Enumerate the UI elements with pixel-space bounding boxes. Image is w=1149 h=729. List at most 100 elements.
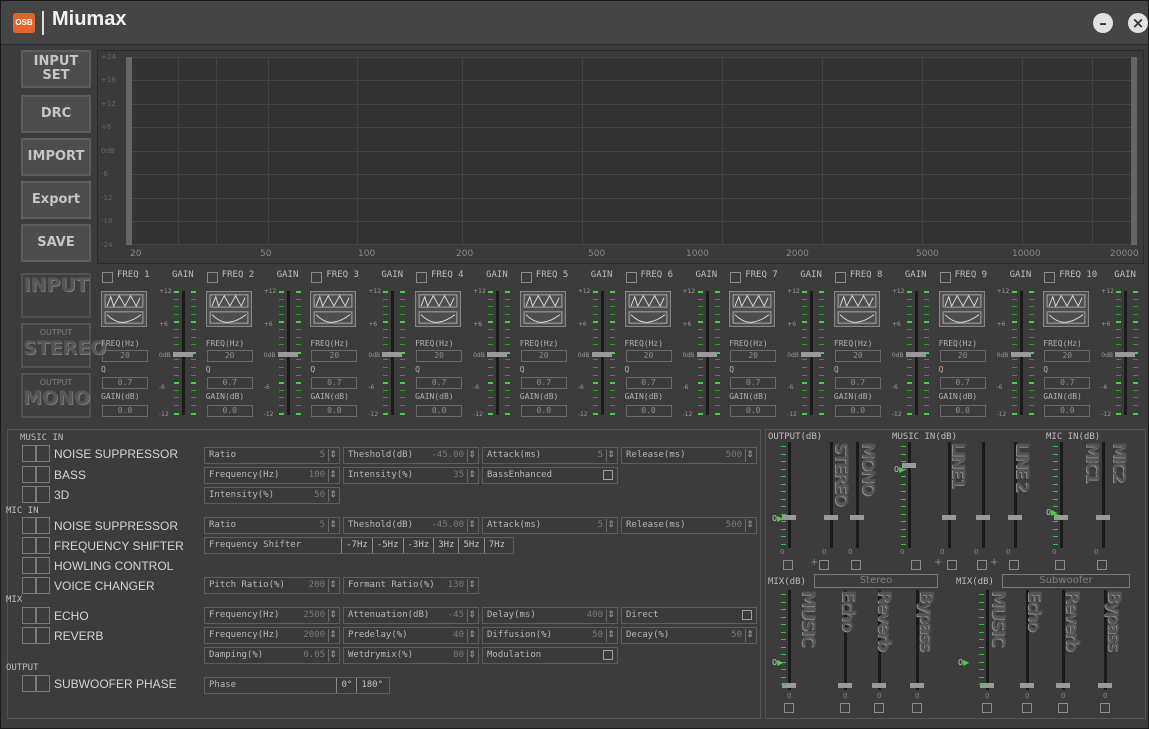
band-enable-checkbox[interactable] [939, 272, 951, 283]
fader-track[interactable] [788, 590, 791, 690]
channel-checkbox[interactable] [912, 703, 922, 713]
pitch-ratio-field[interactable]: Pitch Ratio(%) 200 ⇕ [204, 577, 340, 594]
fader-handle[interactable] [910, 683, 924, 688]
freq-value[interactable]: 20 [730, 350, 777, 362]
filter-type-icon[interactable] [519, 291, 566, 327]
gain-slider-handle[interactable] [591, 352, 612, 357]
eq-plot-area[interactable] [126, 57, 1137, 245]
reverb-frequency-field[interactable]: Frequency(Hz) 2000 ⇕ [204, 627, 340, 644]
phase-option[interactable]: 180° [356, 678, 387, 693]
row-checkbox[interactable] [36, 537, 50, 554]
gain-value[interactable]: 0.0 [311, 405, 358, 417]
reverb-decay-field[interactable]: Decay(%) 50 ⇕ [621, 627, 757, 644]
channel-checkbox[interactable] [840, 703, 850, 713]
band-enable-checkbox[interactable] [834, 272, 846, 283]
ns2-threshold-field[interactable]: Theshold(dB) -45.00 ⇕ [343, 517, 479, 534]
ns2-attack-field[interactable]: Attack(ms) 5 ⇕ [482, 517, 618, 534]
row-checkbox[interactable] [36, 577, 50, 594]
row-checkbox[interactable] [36, 445, 50, 462]
gain-slider-handle[interactable] [1115, 352, 1136, 357]
row-checkbox[interactable] [36, 517, 50, 534]
band-enable-checkbox[interactable] [1044, 272, 1056, 283]
freq-value[interactable]: 20 [1044, 350, 1091, 362]
q-value[interactable]: 0.7 [206, 377, 253, 389]
filter-type-icon[interactable] [205, 291, 252, 327]
fader-track[interactable] [1102, 442, 1105, 548]
bass-frequency-field[interactable]: Frequency(Hz) 100 ⇕ [204, 467, 340, 484]
fader-handle[interactable] [942, 515, 956, 520]
fader-handle[interactable] [850, 515, 864, 520]
channel-checkbox[interactable] [1100, 703, 1110, 713]
frequency-shifter-field[interactable]: Frequency Shifter -7Hz -5Hz -3Hz 3Hz 5Hz… [204, 537, 514, 554]
reverb-modulation-toggle[interactable]: Modulation [482, 647, 618, 664]
q-value[interactable]: 0.7 [939, 377, 986, 389]
row-checkbox[interactable] [22, 557, 36, 574]
q-value[interactable]: 0.7 [102, 377, 148, 389]
q-value[interactable]: 0.7 [625, 377, 672, 389]
echo-direct-toggle[interactable]: Direct [621, 607, 757, 624]
drc-button[interactable]: DRC [21, 95, 91, 133]
channel-checkbox[interactable] [1055, 560, 1065, 570]
ns2-release-field[interactable]: Release(ms) 500 ⇕ [621, 517, 757, 534]
channel-input-button[interactable]: INPUT [21, 273, 91, 318]
filter-type-icon[interactable] [729, 291, 776, 327]
filter-type-icon[interactable] [310, 291, 357, 327]
eq-response-graph[interactable]: +24 +18 +12 +6 0dB -6 -12 -18 -24 20 50 … [97, 50, 1144, 264]
gain-slider-handle[interactable] [696, 352, 717, 357]
ns1-ratio-field[interactable]: Ratio 5 ⇕ [204, 447, 340, 464]
channel-checkbox[interactable] [783, 560, 793, 570]
freq-value[interactable]: 20 [939, 350, 986, 362]
fader-track[interactable] [1060, 442, 1063, 548]
minimize-icon[interactable]: – [1093, 13, 1113, 33]
shift-option[interactable]: 3Hz [433, 538, 458, 553]
gain-value[interactable]: 0.0 [939, 405, 986, 417]
band-enable-checkbox[interactable] [206, 272, 218, 283]
fader-track[interactable] [908, 442, 911, 548]
row-checkbox[interactable] [22, 627, 36, 644]
band-enable-checkbox[interactable] [102, 272, 113, 283]
q-value[interactable]: 0.7 [1044, 377, 1091, 389]
band-enable-checkbox[interactable] [311, 272, 323, 283]
gain-value[interactable]: 0.0 [730, 405, 777, 417]
band-enable-checkbox[interactable] [520, 272, 532, 283]
mix-stereo-selector[interactable]: Stereo [814, 574, 938, 588]
row-checkbox[interactable] [22, 537, 36, 554]
channel-output-stereo-button[interactable]: OUTPUT STEREO [21, 323, 106, 368]
bass-intensity-field[interactable]: Intensity(%) 35 ⇕ [343, 467, 479, 484]
row-checkbox[interactable] [22, 517, 36, 534]
channel-checkbox[interactable] [874, 703, 884, 713]
close-icon[interactable]: × [1128, 13, 1148, 33]
channel-checkbox[interactable] [1009, 560, 1019, 570]
row-checkbox[interactable] [22, 445, 36, 462]
ns1-threshold-field[interactable]: Theshold(dB) -45.00 ⇕ [343, 447, 479, 464]
fader-handle[interactable] [1020, 683, 1034, 688]
channel-checkbox[interactable] [784, 703, 794, 713]
shift-option[interactable]: -5Hz [371, 538, 403, 553]
gain-value[interactable]: 0.0 [520, 405, 567, 417]
reverb-diffusion-field[interactable]: Diffusion(%) 50 ⇕ [482, 627, 618, 644]
fader-track[interactable] [788, 442, 791, 548]
channel-checkbox[interactable] [819, 560, 829, 570]
row-checkbox[interactable] [36, 627, 50, 644]
freq-value[interactable]: 20 [416, 350, 463, 362]
gain-value[interactable]: 0.0 [416, 405, 463, 417]
row-checkbox[interactable] [36, 607, 50, 624]
channel-checkbox[interactable] [1058, 703, 1068, 713]
fader-handle[interactable] [838, 683, 852, 688]
gain-slider-handle[interactable] [487, 352, 508, 357]
threed-intensity-field[interactable]: Intensity(%) 50 ⇕ [204, 487, 340, 504]
freq-value[interactable]: 20 [834, 350, 881, 362]
gain-value[interactable]: 0.0 [102, 405, 148, 417]
freq-value[interactable]: 20 [520, 350, 567, 362]
row-checkbox[interactable] [36, 466, 50, 483]
freq-value[interactable]: 20 [311, 350, 358, 362]
channel-checkbox[interactable] [977, 560, 987, 570]
q-value[interactable]: 0.7 [311, 377, 358, 389]
band-enable-checkbox[interactable] [416, 272, 428, 283]
channel-checkbox[interactable] [1097, 560, 1107, 570]
row-checkbox[interactable] [22, 675, 36, 692]
reverb-predelay-field[interactable]: Predelay(%) 40 ⇕ [343, 627, 479, 644]
ns2-ratio-field[interactable]: Ratio 5 ⇕ [204, 517, 340, 534]
phase-option[interactable]: 0° [336, 678, 356, 693]
gain-slider-handle[interactable] [173, 352, 193, 357]
